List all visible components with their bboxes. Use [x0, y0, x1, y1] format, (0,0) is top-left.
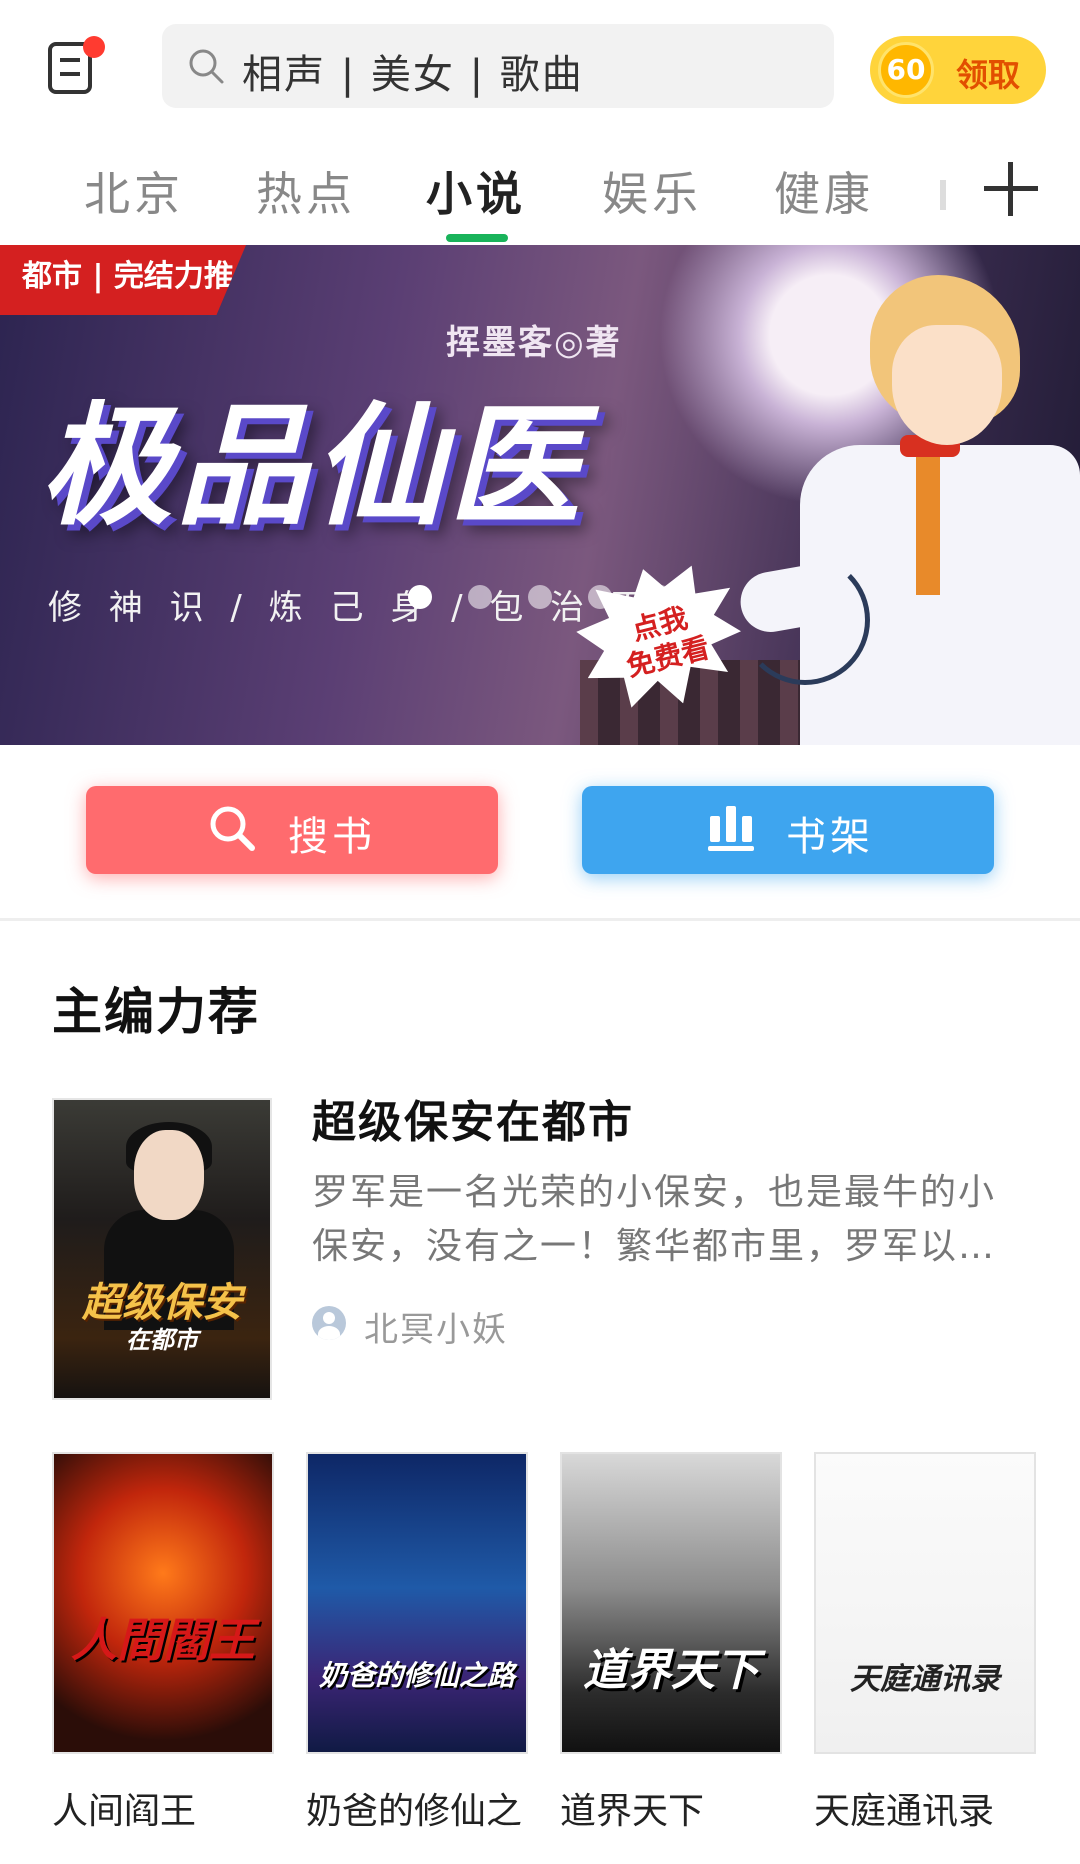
tab-entertainment[interactable]: 娱乐	[602, 158, 702, 224]
featured-book-title[interactable]: 超级保安在都市	[312, 1086, 634, 1150]
magnifier-icon	[210, 806, 255, 851]
news-menu-button[interactable]	[48, 36, 105, 98]
tab-novel[interactable]: 小说	[426, 158, 526, 224]
section-divider	[0, 918, 1080, 921]
promo-banner[interactable]: 都市 | 完结力推 挥墨客◎著 极品仙医 修 神 识 / 炼 己 身 / 包 治…	[0, 245, 1080, 745]
book-cover-title: 天庭通讯录	[850, 1662, 1000, 1697]
coin-icon: 60	[878, 42, 934, 98]
add-tab-icon[interactable]	[984, 162, 1038, 216]
cover-figure-face	[134, 1130, 204, 1220]
carousel-dot[interactable]	[648, 585, 672, 609]
bookshelf-label: 书架	[786, 814, 874, 860]
featured-author-name: 北冥小妖	[364, 1310, 508, 1350]
tab-health[interactable]: 健康	[774, 158, 874, 224]
carousel-dot[interactable]	[468, 585, 492, 609]
book-cover[interactable]: 天庭通讯录	[814, 1452, 1036, 1754]
featured-book-cover[interactable]: 超级保安 在都市	[52, 1098, 272, 1400]
tab-overflow-fade	[940, 180, 946, 210]
banner-character-tie	[916, 445, 940, 595]
featured-book-description: 罗军是一名光荣的小保安，也是最牛的小保安，没有之一！繁华都市里，罗军以…	[312, 1172, 997, 1267]
tab-beijing[interactable]: 北京	[84, 158, 184, 224]
search-bar[interactable]: 相声 | 美女 | 歌曲	[162, 24, 834, 108]
book-title: 天庭通讯录	[814, 1791, 995, 1832]
book-cover-title: 道界天下	[583, 1645, 759, 1696]
tab-hot[interactable]: 热点	[256, 158, 356, 224]
section-title: 主编力荐	[52, 983, 260, 1041]
book-title: 道界天下	[560, 1791, 705, 1832]
carousel-dot[interactable]	[528, 585, 552, 609]
carousel-dot[interactable]	[588, 585, 612, 609]
search-books-button[interactable]: 搜书	[86, 786, 498, 874]
user-icon	[312, 1306, 346, 1340]
coin-reward-button[interactable]: 60 领取	[870, 36, 1046, 104]
bookshelf-icon	[708, 806, 754, 851]
featured-cover-subtitle: 在都市	[126, 1326, 198, 1354]
book-cover-title: 人間閻王	[71, 1613, 255, 1667]
search-books-label: 搜书	[288, 814, 376, 860]
book-cover-title: 奶爸的修仙之路	[318, 1659, 515, 1692]
search-placeholder: 相声 | 美女 | 歌曲	[242, 52, 584, 98]
coin-claim-label: 领取	[956, 56, 1021, 94]
banner-genre-tag: 都市 | 完结力推	[0, 245, 246, 315]
book-cover[interactable]: 奶爸的修仙之路	[306, 1452, 528, 1754]
search-icon	[189, 49, 224, 84]
top-bar: 相声 | 美女 | 歌曲 60 领取	[0, 0, 1080, 140]
book-cover[interactable]: 人間閻王	[52, 1452, 274, 1754]
stethoscope-icon	[740, 555, 870, 685]
carousel-dot[interactable]	[408, 585, 432, 609]
carousel-dots	[0, 585, 1080, 615]
banner-author: 挥墨客◎著	[446, 323, 622, 363]
category-tabs: 北京 热点 小说 娱乐 健康	[0, 140, 1080, 244]
notification-dot	[83, 36, 105, 58]
bookshelf-button[interactable]: 书架	[582, 786, 994, 874]
banner-title: 极品仙医	[40, 390, 584, 544]
book-cover[interactable]: 道界天下	[560, 1452, 782, 1754]
book-title: 人间阎王	[52, 1791, 197, 1832]
book-title: 奶爸的修仙之	[306, 1791, 523, 1832]
banner-character-face	[892, 325, 1002, 445]
active-tab-indicator	[446, 234, 508, 242]
